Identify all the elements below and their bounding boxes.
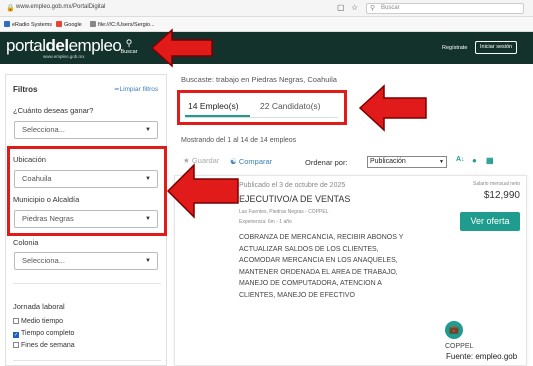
- salary-label: ¿Cuánto deseas ganar?: [13, 106, 94, 115]
- arrow-left-icon: [150, 28, 213, 68]
- results-count: Mostrando del 1 al 14 de 14 empleos: [181, 137, 297, 144]
- file-icon: [90, 21, 96, 27]
- order-select[interactable]: Publicación ▼: [367, 156, 447, 168]
- divider: [13, 360, 161, 361]
- logo-part: empleo: [68, 36, 122, 55]
- url-text[interactable]: www.empleo.gob.mx/PortalDigital: [16, 4, 105, 10]
- bookmark-icon[interactable]: ▢: [337, 3, 345, 12]
- lock-icon: 🔒: [6, 5, 15, 12]
- search-summary: Buscaste: trabajo en Piedras Negras, Coa…: [181, 75, 337, 84]
- briefcase-icon: 💼: [445, 321, 463, 339]
- results-tabs: 14 Empleo(s) 22 Candidato(s): [177, 90, 347, 125]
- colony-select[interactable]: Selecciona... ▼: [14, 252, 158, 270]
- clear-filters-link[interactable]: ≃Limpiar filtros: [114, 85, 158, 93]
- chevron-down-icon: ▼: [145, 127, 151, 133]
- sort-az-icon[interactable]: A↓: [456, 156, 465, 163]
- bookmark-label: eRadio Systems: [12, 22, 53, 28]
- source-caption: Fuente: empleo.gob: [444, 352, 520, 361]
- job-salary: $12,990: [483, 190, 520, 201]
- salary-select-value: Selecciona...: [22, 125, 65, 134]
- chevron-down-icon: ▼: [145, 258, 151, 264]
- view-offer-button[interactable]: Ver oferta: [460, 212, 520, 231]
- logo-subtitle: www.empleo.gob.mx: [43, 54, 85, 59]
- order-select-value: Publicación: [370, 158, 406, 165]
- company-name: COPPEL: [445, 343, 474, 350]
- header-search-label: Buscar: [120, 49, 138, 55]
- checkbox-label: Medio tiempo: [21, 318, 64, 325]
- map-pin-icon[interactable]: ●: [472, 156, 477, 165]
- register-link[interactable]: Regístrate: [442, 45, 467, 51]
- checkbox[interactable]: [13, 342, 19, 348]
- bookmark-eradio[interactable]: eRadio Systems: [4, 21, 52, 28]
- portal-logo[interactable]: portaldelempleo: [6, 36, 122, 56]
- tab-jobs[interactable]: 14 Empleo(s): [188, 101, 239, 111]
- highlight-box-location: [7, 146, 167, 236]
- checkbox-label: Tiempo completo: [21, 330, 75, 337]
- search-icon: ⚲: [370, 5, 376, 12]
- checkbox-weekends[interactable]: Fines de semana: [13, 342, 75, 349]
- bookmark-file[interactable]: file:///C:/Users/Sergio...: [90, 21, 155, 28]
- chevron-down-icon: ▼: [439, 159, 444, 165]
- schedule-label: Jornada laboral: [13, 302, 65, 311]
- tab-candidates[interactable]: 22 Candidato(s): [260, 101, 320, 111]
- browser-url-bar: 🔒 www.empleo.gob.mx/PortalDigital ▢ ☆ ⚲ …: [0, 0, 533, 17]
- job-experience: Experiencia: 6m - 1 año: [239, 219, 292, 225]
- star-icon[interactable]: ☆: [351, 3, 358, 12]
- logo-part: del: [45, 36, 70, 55]
- browser-search-placeholder: Buscar: [381, 5, 400, 11]
- login-button[interactable]: Iniciar sesión: [475, 41, 518, 54]
- bookmark-label: file:///C:/Users/Sergio...: [98, 22, 155, 28]
- divider: [13, 283, 161, 284]
- bookmark-label: Google: [64, 22, 82, 28]
- job-date: Publicado el 3 de octubre de 2025: [239, 182, 346, 189]
- compare-label: Comparar: [238, 157, 273, 166]
- bookmarks-bar: eRadio Systems Google file:///C:/Users/S…: [0, 17, 533, 32]
- checkbox-checked[interactable]: ✓: [13, 332, 19, 338]
- colony-select-value: Selecciona...: [22, 256, 65, 265]
- page: 🔒 www.empleo.gob.mx/PortalDigital ▢ ☆ ⚲ …: [0, 0, 533, 366]
- job-title[interactable]: EJECUTIVO/A DE VENTAS: [239, 194, 350, 204]
- bookmark-google[interactable]: Google: [56, 21, 82, 28]
- bookmark-icon: [4, 21, 10, 27]
- job-description: COBRANZA DE MERCANCIA, RECIBIR ABONOS Y …: [239, 234, 404, 299]
- clear-filters-label: Limpiar filtros: [119, 86, 159, 93]
- browser-search-input[interactable]: ⚲ Buscar: [366, 3, 524, 14]
- header-search-button[interactable]: ⚲ Buscar: [117, 38, 141, 56]
- grid-view-icon[interactable]: ▦: [486, 156, 494, 165]
- tab-active-indicator: [185, 115, 250, 117]
- tab-divider: [185, 117, 338, 118]
- arrow-left-icon: [358, 84, 427, 132]
- arrow-left-icon: [166, 163, 239, 219]
- checkbox-half-time[interactable]: Medio tiempo: [13, 318, 63, 325]
- colony-label: Colonia: [13, 238, 39, 247]
- salary-select[interactable]: Selecciona... ▼: [14, 121, 158, 139]
- checkbox[interactable]: [13, 318, 19, 324]
- search-icon: ⚲: [125, 38, 133, 48]
- checkbox-label: Fines de semana: [21, 342, 75, 349]
- checkbox-full-time[interactable]: ✓ Tiempo completo: [13, 330, 74, 338]
- logo-part: portal: [6, 36, 46, 55]
- order-label: Ordenar por:: [305, 158, 348, 167]
- filters-title: Filtros: [13, 85, 38, 94]
- job-company: Las Fuentes, Piedras Negras - COPPEL: [239, 209, 329, 215]
- google-icon: [56, 21, 62, 27]
- salary-label: Salario mensual neto: [473, 181, 520, 187]
